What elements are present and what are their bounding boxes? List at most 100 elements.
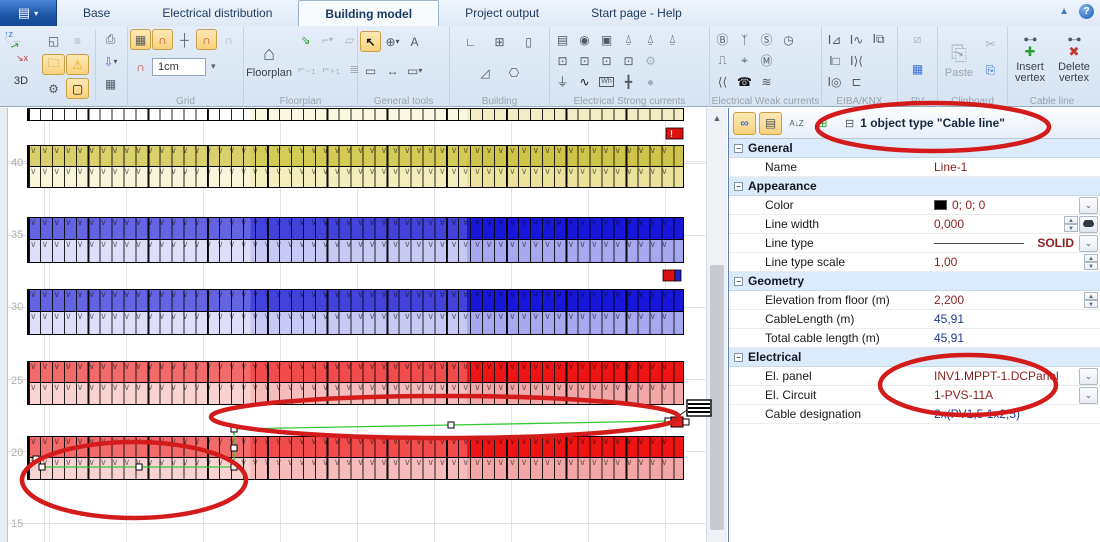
stairs-button[interactable]: ◿ — [475, 62, 496, 83]
spinner-up-icon[interactable]: ▲ — [1084, 292, 1098, 300]
floorplan-button[interactable]: ⌂ Floorplan — [246, 29, 292, 93]
move-symbol-button[interactable]: ╋ — [618, 71, 639, 92]
collapse-icon[interactable]: − — [734, 181, 743, 191]
spinner[interactable]: ▲ ▼ — [1084, 292, 1098, 308]
appliance1-button[interactable]: ⊡ — [552, 50, 573, 71]
spinner-down-icon[interactable]: ▼ — [1064, 224, 1078, 232]
clock-button[interactable]: ◷ — [778, 29, 799, 50]
earth-button[interactable]: ⏚ — [552, 71, 573, 92]
property-value[interactable]: 45,91 — [934, 312, 1100, 326]
import-floorplan-button[interactable]: ⇘ — [295, 29, 316, 50]
select-tool-button[interactable]: ↖ — [360, 31, 381, 52]
table-button[interactable]: ▦ — [100, 73, 121, 94]
sensor-button[interactable]: Ⓢ — [756, 29, 777, 50]
tab-project-output[interactable]: Project output — [439, 0, 565, 26]
socket-square-button[interactable]: ▣ — [596, 29, 617, 50]
delete-vertex-button[interactable]: ●–● ✖ Delete vertex — [1054, 29, 1094, 89]
grid-size-combobox[interactable]: 1cm — [152, 57, 206, 76]
pv-panel-button[interactable]: ▦ — [907, 58, 928, 79]
section-header-geometry[interactable]: − Geometry — [729, 272, 1100, 291]
label-tool-button[interactable]: ▭ — [360, 60, 381, 81]
zoom-tool-button[interactable]: ⊕ ▾ — [382, 31, 403, 52]
property-row[interactable]: Name Line-1 — [729, 158, 1100, 177]
dropdown-button[interactable]: ⌄ — [1079, 386, 1098, 404]
motor-m-button[interactable]: Ⓜ — [756, 50, 777, 71]
meter-button[interactable]: Wh — [596, 71, 617, 92]
phone-button[interactable]: ☎ — [734, 71, 755, 92]
add-object-button[interactable]: ⊞ — [811, 112, 834, 135]
property-row[interactable]: Line type scale 1,00 ▲ ▼ — [729, 253, 1100, 272]
property-row[interactable]: Elevation from floor (m) 2,200 ▲ ▼ — [729, 291, 1100, 310]
property-row[interactable]: El. Circuit 1-PVS-11A ⌄ — [729, 386, 1100, 405]
scrollbar-up-icon[interactable]: ▲ — [709, 110, 725, 126]
cable-hook-button[interactable]: ∿ — [574, 71, 595, 92]
tab-electrical-distribution[interactable]: Electrical distribution — [136, 0, 298, 26]
show-cables-button[interactable]: ∞ — [733, 111, 756, 135]
fullscreen-button[interactable]: ◱ — [42, 30, 65, 51]
knx6-button[interactable]: Ⅰ◎ — [824, 71, 845, 92]
property-value[interactable]: 1-PVS-11A ⌄ — [934, 386, 1100, 404]
wall-button[interactable]: ∟ — [460, 31, 481, 52]
junction-button[interactable]: ● — [640, 71, 661, 92]
spinner-up-icon[interactable]: ▲ — [1064, 216, 1078, 224]
project-explorer-button[interactable]: 🗀 — [42, 54, 65, 75]
lamp2-button[interactable]: ⍙ — [640, 29, 661, 50]
spinner[interactable]: ▲ ▼ — [1084, 254, 1098, 270]
snap-object-button[interactable]: ∩ — [196, 29, 217, 50]
panel-row-yellow[interactable]: ∨∨∨∨∨∨∨∨∨∨∨∨∨∨∨∨∨∨∨∨∨∨∨∨∨∨∨∨∨∨∨∨∨∨∨∨∨∨∨∨… — [27, 145, 684, 188]
outline-button[interactable]: ≡ — [66, 30, 89, 51]
snap-angle-button[interactable]: ∩ — [218, 29, 239, 50]
property-value[interactable]: SOLID ⌄ — [934, 234, 1100, 252]
dropdown-button[interactable]: ⌄ — [1079, 196, 1098, 214]
print-button[interactable]: ⎙ — [100, 29, 121, 50]
knx1-button[interactable]: Ⅰ⊿ — [824, 29, 845, 50]
section-header-appearance[interactable]: − Appearance — [729, 177, 1100, 196]
text-tool-button[interactable]: A — [404, 31, 425, 52]
property-value[interactable]: INV1.MPPT-1.DCPanel ⌄ — [934, 367, 1100, 385]
plan-view-button[interactable]: ▢ — [66, 78, 89, 99]
antenna-button[interactable]: ᛉ — [734, 29, 755, 50]
collapse-ribbon-icon[interactable]: ▲ — [1059, 6, 1069, 17]
knx7-button[interactable]: ⊏ — [846, 71, 867, 92]
property-value[interactable]: 1,00 ▲ ▼ — [934, 254, 1100, 270]
snap-grid-button[interactable]: ∩ — [152, 29, 173, 50]
cut-button[interactable]: ✂ — [980, 33, 1001, 54]
appliance3-button[interactable]: ⊡ — [596, 50, 617, 71]
application-menu-button[interactable]: ▤ ▾ — [0, 0, 57, 26]
paste-button[interactable]: ⎘ Paste — [940, 29, 978, 93]
wifi-button[interactable]: ≋ — [756, 71, 777, 92]
pv-area-button[interactable]: ⧄ — [907, 29, 928, 50]
show-grid-button[interactable]: ▦ — [130, 29, 151, 50]
window-button[interactable]: ⊞ — [489, 31, 510, 52]
knx4-button[interactable]: Ⅰ□ — [824, 50, 845, 71]
property-row[interactable]: El. panel INV1.MPPT-1.DCPanel ⌄ — [729, 367, 1100, 386]
bus-button[interactable]: Ⓑ — [712, 29, 733, 50]
property-value[interactable]: 2x(PV1,5 1x2,5) — [934, 407, 1100, 421]
property-row[interactable]: CableLength (m) 45,91 — [729, 310, 1100, 329]
floor-down-button[interactable]: ⌐₋₁ — [295, 58, 318, 79]
rectangle-tool-button[interactable]: ▭ ▾ — [404, 60, 425, 81]
form-view-button[interactable]: ▤ — [759, 111, 782, 135]
tab-start-page-help[interactable]: Start page - Help — [565, 0, 708, 26]
appliance4-button[interactable]: ⊡ — [618, 50, 639, 71]
spinner-down-icon[interactable]: ▼ — [1084, 300, 1098, 308]
settings-button[interactable]: ⚙ — [42, 78, 65, 99]
panel-row-red-1[interactable]: ∨∨∨∨∨∨∨∨∨∨∨∨∨∨∨∨∨∨∨∨∨∨∨∨∨∨∨∨∨∨∨∨∨∨∨∨∨∨∨∨… — [27, 361, 684, 405]
door-button[interactable]: ▯ — [518, 31, 539, 52]
collapse-icon[interactable]: − — [734, 352, 743, 362]
snap-step-button[interactable]: ∩ — [130, 56, 151, 77]
panel-row-top-partial[interactable] — [27, 108, 684, 121]
solid-button[interactable]: ⎔ — [504, 62, 525, 83]
detector-button[interactable]: ⌖ — [734, 50, 755, 71]
spinner-up-icon[interactable]: ▲ — [1084, 254, 1098, 262]
grid-size-caret-icon[interactable]: ▾ — [207, 61, 220, 72]
knx5-button[interactable]: Ⅰ⟩⟨ — [846, 50, 867, 71]
appliance2-button[interactable]: ⊡ — [574, 50, 595, 71]
knx2-button[interactable]: Ⅰ∿ — [846, 29, 867, 50]
distribution-board-button[interactable]: ▤ — [552, 29, 573, 50]
stamp-button[interactable]: ▱ — [339, 29, 360, 50]
scrollbar-thumb[interactable] — [710, 265, 724, 530]
warnings-button[interactable]: ⚠ — [66, 54, 89, 75]
dropdown-button[interactable]: ⌄ — [1079, 234, 1098, 252]
pulse-button[interactable]: ⎍ — [712, 50, 733, 71]
